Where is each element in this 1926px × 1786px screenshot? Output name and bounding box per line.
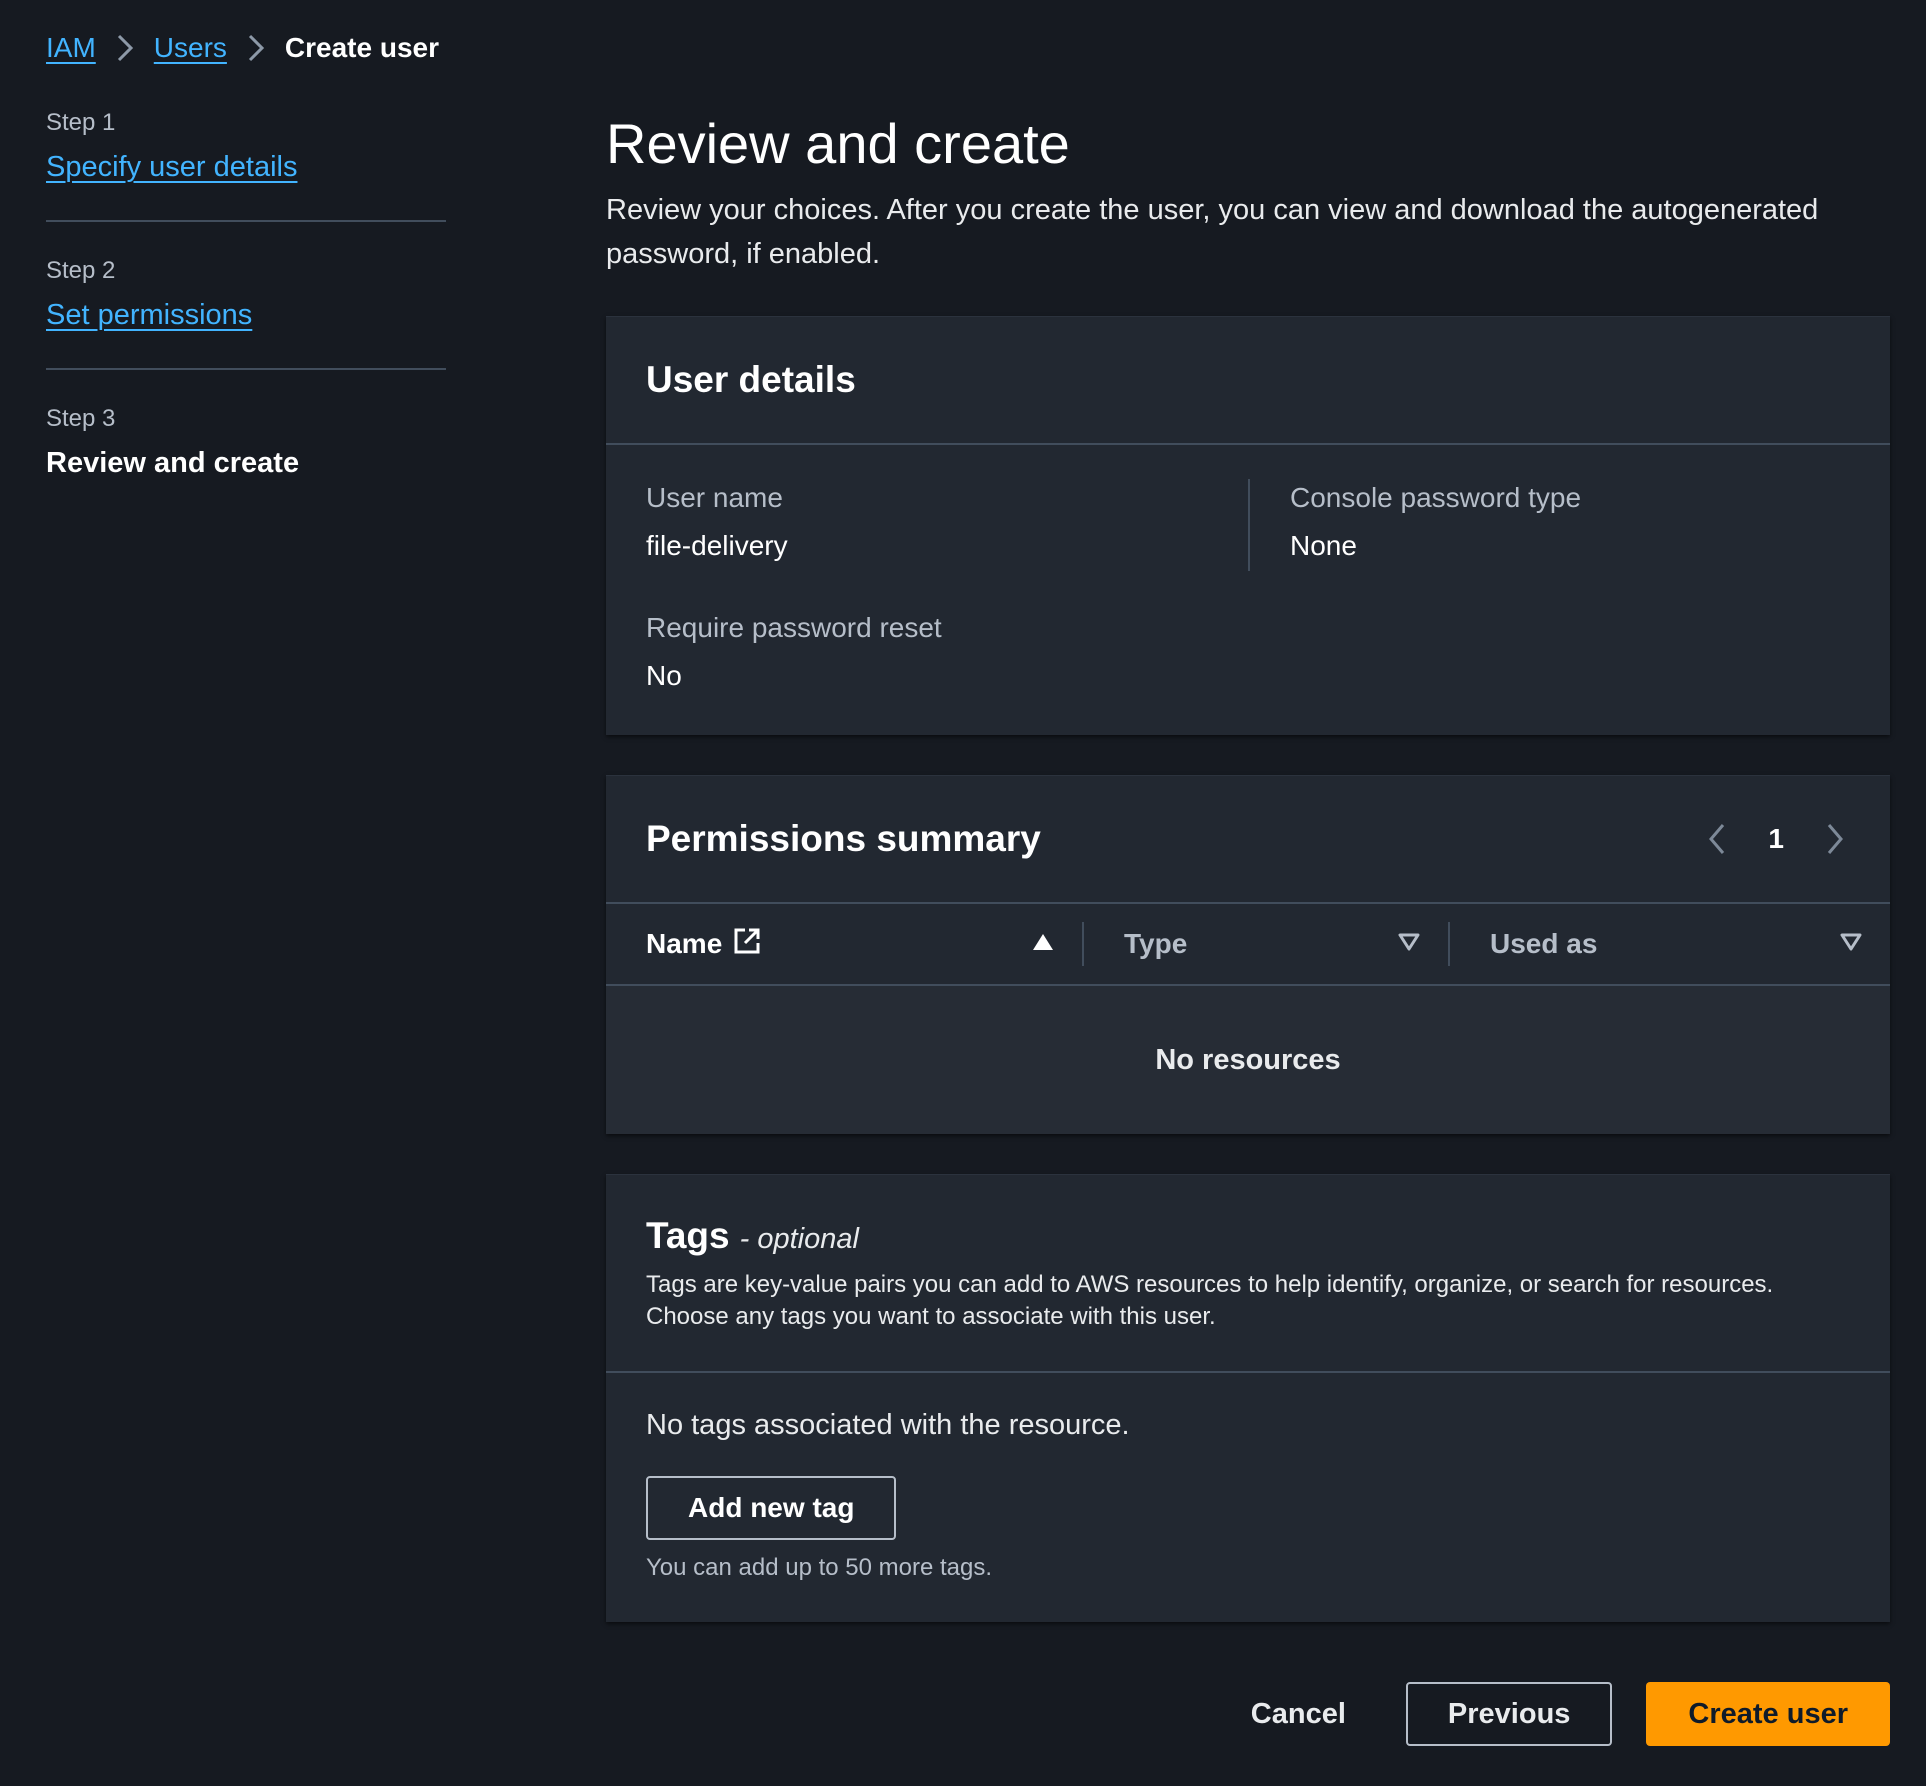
console-password-label: Console password type bbox=[1290, 482, 1582, 513]
user-details-grid: User name file-delivery Console password… bbox=[646, 479, 1850, 571]
tags-optional-label: - optional bbox=[739, 1223, 859, 1255]
tags-header: Tags - optional Tags are key-value pairs… bbox=[606, 1175, 1890, 1373]
breadcrumb: IAM Users Create user bbox=[46, 28, 439, 68]
page-title: Review and create bbox=[606, 112, 1070, 175]
page: IAM Users Create user Step 1 Specify use… bbox=[0, 0, 1926, 1786]
tags-card: Tags - optional Tags are key-value pairs… bbox=[606, 1174, 1890, 1622]
wizard-actions: Cancel Previous Create user bbox=[1225, 1682, 1890, 1746]
step-current-review-and-create: Review and create bbox=[46, 447, 300, 479]
breadcrumb-users[interactable]: Users bbox=[154, 32, 227, 64]
permissions-summary-card: Permissions summary 1 Name Type Used as … bbox=[606, 775, 1890, 1134]
step-3: Step 3 Review and create bbox=[46, 404, 446, 516]
main-content: Review and create Review your choices. A… bbox=[606, 108, 1890, 1662]
require-reset-field: Require password reset No bbox=[646, 609, 1850, 695]
column-type-label: Type bbox=[1124, 928, 1188, 959]
wizard-steps: Step 1 Specify user details Step 2 Set p… bbox=[46, 108, 446, 550]
step-1: Step 1 Specify user details bbox=[46, 108, 446, 222]
column-name-text: Name bbox=[646, 928, 723, 959]
console-password-field: Console password type None bbox=[1248, 479, 1850, 571]
tags-title: Tags bbox=[646, 1215, 730, 1256]
step-number: Step 2 bbox=[46, 257, 116, 284]
chevron-right-icon[interactable] bbox=[1820, 819, 1850, 859]
step-2: Step 2 Set permissions bbox=[46, 256, 446, 370]
user-name-label: User name bbox=[646, 482, 783, 513]
create-user-button[interactable]: Create user bbox=[1646, 1682, 1890, 1746]
pagination: 1 bbox=[1702, 819, 1850, 859]
column-name-label: Name bbox=[646, 926, 762, 963]
chevron-right-icon bbox=[96, 33, 154, 63]
step-link-set-permissions[interactable]: Set permissions bbox=[46, 296, 446, 334]
tags-limit-hint: You can add up to 50 more tags. bbox=[646, 1554, 993, 1581]
breadcrumb-iam[interactable]: IAM bbox=[46, 32, 96, 64]
user-details-header: User details bbox=[606, 317, 1890, 445]
column-header-type[interactable]: Type bbox=[1082, 922, 1448, 966]
step-number: Step 1 bbox=[46, 109, 116, 136]
console-password-value: None bbox=[1290, 530, 1357, 561]
require-reset-label: Require password reset bbox=[646, 612, 942, 643]
permissions-header: Permissions summary 1 bbox=[606, 776, 1890, 904]
user-name-field: User name file-delivery bbox=[646, 479, 1248, 571]
chevron-right-icon bbox=[227, 33, 285, 63]
breadcrumb-current: Create user bbox=[284, 32, 439, 63]
user-details-body: User name file-delivery Console password… bbox=[606, 445, 1890, 735]
no-tags-message: No tags associated with the resource. bbox=[646, 1409, 1130, 1441]
chevron-left-icon[interactable] bbox=[1702, 819, 1732, 859]
user-details-card: User details User name file-delivery Con… bbox=[606, 316, 1890, 735]
external-link-icon bbox=[732, 926, 762, 963]
step-number: Step 3 bbox=[46, 405, 116, 432]
column-used-as-label: Used as bbox=[1490, 928, 1598, 959]
page-number[interactable]: 1 bbox=[1768, 823, 1784, 855]
column-header-name[interactable]: Name bbox=[606, 922, 1082, 966]
cancel-button[interactable]: Cancel bbox=[1225, 1698, 1372, 1731]
tags-body: No tags associated with the resource. Ad… bbox=[606, 1373, 1890, 1622]
step-link-specify-user-details[interactable]: Specify user details bbox=[46, 148, 446, 186]
sort-icon[interactable] bbox=[1840, 933, 1862, 956]
user-details-title: User details bbox=[646, 359, 856, 400]
add-new-tag-button[interactable]: Add new tag bbox=[646, 1476, 897, 1540]
column-header-used-as[interactable]: Used as bbox=[1448, 922, 1890, 966]
tags-title-row: Tags - optional bbox=[646, 1215, 1850, 1257]
permissions-title: Permissions summary bbox=[646, 818, 1041, 859]
page-description: Review your choices. After you create th… bbox=[606, 194, 1819, 270]
sort-ascending-icon[interactable] bbox=[1032, 933, 1054, 956]
permissions-table-header: Name Type Used as bbox=[606, 904, 1890, 986]
sort-icon[interactable] bbox=[1398, 933, 1420, 956]
tags-description: Tags are key-value pairs you can add to … bbox=[646, 1271, 1774, 1330]
permissions-empty-state: No resources bbox=[606, 986, 1890, 1134]
user-name-value: file-delivery bbox=[646, 530, 788, 561]
require-reset-value: No bbox=[646, 660, 682, 691]
previous-button[interactable]: Previous bbox=[1405, 1682, 1613, 1746]
